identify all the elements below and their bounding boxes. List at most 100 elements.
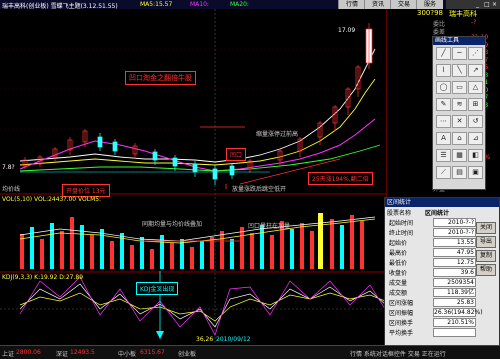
draw-tool-icon[interactable]: ↗ <box>468 64 483 77</box>
index-sz-value: 12493.5 <box>70 349 95 356</box>
stat-label: 起始时间 <box>389 220 414 227</box>
stock-name: 瑞丰高科 <box>449 10 477 18</box>
menu-quotes[interactable]: 行情 <box>338 0 365 9</box>
stat-value-field[interactable] <box>433 328 476 337</box>
stat-value-field[interactable]: 2010-?-? <box>433 228 476 237</box>
stat-label: 区间振幅 <box>389 310 414 317</box>
draw-tool-icon[interactable]: ⋰ <box>468 47 483 60</box>
draw-tool-icon[interactable]: ▤ <box>452 166 467 179</box>
kdj-annot: KDJ金叉出现 <box>136 282 179 295</box>
ma10-readout: MA10: <box>190 1 209 8</box>
stat-label: 区间涨幅 <box>389 300 414 307</box>
index-gem-label[interactable]: 创业板 <box>178 349 196 358</box>
stat-value-field[interactable]: 13.55 <box>433 238 476 247</box>
draw-tool-icon[interactable]: ↺ <box>468 115 483 128</box>
draw-tool-icon[interactable]: A <box>436 132 451 145</box>
draw-tool-icon[interactable]: ✎ <box>436 98 451 111</box>
stat-label: 区间换手 <box>389 320 414 327</box>
panel-value: -? <box>471 19 477 26</box>
status-bar: 上证 2800.06 深证 12493.5 中小板 6315.67 创业板 行情… <box>0 345 500 359</box>
kdj-value: 36,26 <box>196 336 214 343</box>
window-controls[interactable]: _ □ × <box>446 0 500 9</box>
annot-vol-line1: 同期均量与均价线叠加 <box>142 221 203 228</box>
copy-button[interactable]: 复制 <box>476 250 496 262</box>
kdj-d-line <box>19 292 386 322</box>
draw-tool-icon[interactable]: ⌂ <box>452 132 467 145</box>
draw-tool-icon[interactable]: ⌇ <box>436 64 451 77</box>
index-sz-label[interactable]: 深证 <box>56 349 68 358</box>
tab-stock-name[interactable]: 股票名称 <box>387 208 411 217</box>
stat-label: 成交量 <box>389 280 408 287</box>
stat-value-field[interactable]: 39.6 <box>433 268 476 277</box>
stat-value-field[interactable]: 47.95 <box>433 248 476 257</box>
status-right-text: 行情 系统对话框控件 交易 正在运行 <box>350 351 446 358</box>
draw-tools-title: 画线工具 <box>433 37 485 45</box>
draw-tool-icon[interactable]: ╱ <box>436 47 451 60</box>
ma-white-line <box>19 48 376 163</box>
stat-value-field[interactable]: 118.39亿 <box>433 288 476 297</box>
index-sh-label[interactable]: 上证 <box>2 349 14 358</box>
stat-value-field[interactable]: 12.75 <box>433 258 476 267</box>
stat-label: 终止时间 <box>389 230 414 237</box>
kdj-header: KDJ(9,3,3) K:19.92 D:27.89 <box>2 274 84 281</box>
date-marker: 2010/09/12 <box>216 336 251 343</box>
annot-legend: 均价线 <box>2 186 21 193</box>
stat-value-field[interactable]: 25.83 <box>433 298 476 307</box>
draw-tool-icon[interactable]: ⟋ <box>436 166 451 179</box>
close-icon[interactable]: × <box>492 1 497 8</box>
draw-tool-icon[interactable]: ☰ <box>436 149 451 162</box>
index-sme-label[interactable]: 中小板 <box>118 349 136 358</box>
draw-tool-icon[interactable]: ≋ <box>452 98 467 111</box>
index-sh-value: 2800.06 <box>16 349 41 356</box>
stat-value-field[interactable]: 210.51% <box>433 318 476 327</box>
draw-tool-icon[interactable]: ⊿ <box>468 132 483 145</box>
menu-news[interactable]: 资讯 <box>364 0 391 9</box>
stat-label: 成交额 <box>389 290 408 297</box>
draw-tool-icon[interactable]: ⋯ <box>436 115 451 128</box>
draw-tool-icon[interactable]: ▣ <box>468 166 483 179</box>
close-button[interactable]: 关闭 <box>476 222 496 234</box>
annot-gap: 凹口 <box>226 148 247 161</box>
draw-tool-icon[interactable]: ✕ <box>452 115 467 128</box>
ma5-readout: MA5:15.57 <box>140 1 173 8</box>
annot-rise: 25天涨194%,翻二倍 <box>308 172 373 185</box>
minimize-icon[interactable]: _ <box>476 1 479 8</box>
price-low-label: 7.8? <box>2 164 15 171</box>
callout-main-title: 凹口淘金之翻倍牛股 <box>125 71 196 85</box>
annot-volume: 缩量涨停过前高 <box>256 131 299 138</box>
stat-value-field[interactable]: 26.36(194.82%) <box>433 308 483 317</box>
index-sme-value: 6315.67 <box>140 349 165 356</box>
draw-tool-icon[interactable]: ▭ <box>452 81 467 94</box>
export-button[interactable]: 导出 <box>476 236 496 248</box>
draw-tool-icon[interactable]: ⊞ <box>468 98 483 111</box>
draw-tool-icon[interactable]: △ <box>468 81 483 94</box>
annot-vol-line2: 凹口量柱在加量 <box>248 223 291 230</box>
kdj-k-line <box>19 283 386 328</box>
kdj-j-line <box>19 276 386 336</box>
stat-label: 平均换手 <box>389 330 414 337</box>
interval-stats-dialog[interactable]: 区间统计 股票名称 区间统计 起始时间 2010-?-? 终止时间 2010-?-? 起… <box>384 197 500 347</box>
menu-trade[interactable]: 交易 <box>390 0 417 9</box>
chart-area[interactable]: 凹口淘金之翻倍牛股 17.09 7.8? 缩量涨停过前高 凹口 25天涨194%… <box>0 9 416 350</box>
draw-tool-icon[interactable]: ◯ <box>436 81 451 94</box>
stat-value-field[interactable]: 2010-?-? <box>433 218 476 227</box>
maximize-icon[interactable]: □ <box>484 1 490 8</box>
stat-label: 起始价 <box>389 240 408 247</box>
dialog-title: 区间统计 <box>385 198 499 207</box>
draw-tool-icon[interactable]: ─ <box>452 47 467 60</box>
stat-label: 最低价 <box>389 260 408 267</box>
draw-tool-icon[interactable]: ◧ <box>468 149 483 162</box>
tab-interval-stats[interactable]: 区间统计 <box>425 208 449 217</box>
price-top-label: 17.09 <box>338 27 356 34</box>
stat-label: 最高价 <box>389 250 408 257</box>
ma20-readout: MA20: <box>230 1 249 8</box>
draw-tool-icon[interactable]: ╲ <box>452 64 467 77</box>
ma-green-line <box>19 144 381 172</box>
stat-value-field[interactable]: 2509354 <box>433 278 476 287</box>
draw-tool-icon[interactable]: ▦ <box>452 149 467 162</box>
vol-header: VOL(5,10) VOL:2443?.00 VOLM5: <box>2 196 102 203</box>
draw-tools-window[interactable]: 画线工具 ╱ ─ ⋰ ⌇ ╲ ↗ ◯ ▭ △ ✎ ≋ ⊞ ⋯ ✕ ↺ A ⌂ ⊿ ☰ ▦ ◧ ⟋ ▤ ▣ <box>432 36 486 190</box>
help-button[interactable]: 帮助 <box>476 264 496 276</box>
stat-label: 收盘价 <box>389 270 408 277</box>
menu-service[interactable]: 服务 <box>416 0 443 9</box>
